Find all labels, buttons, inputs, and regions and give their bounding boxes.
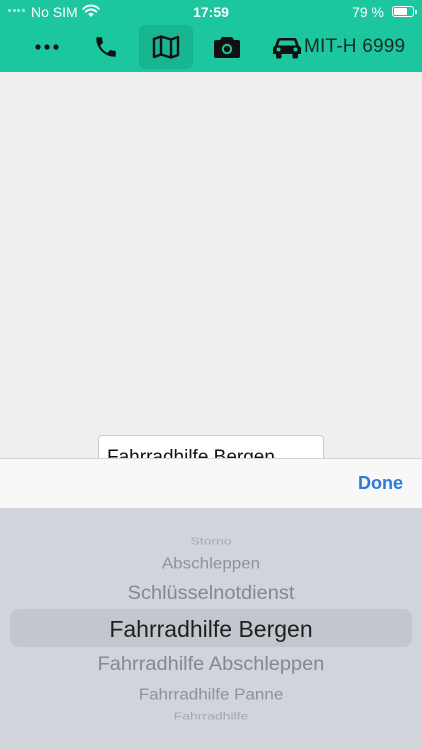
battery-icon [392,6,417,17]
picker-option[interactable]: Abschleppen [0,555,422,570]
picker-option[interactable]: Fahrradhilfe Panne [0,686,422,701]
vehicle-plate: MIT-H 6999 [304,36,406,57]
vehicle-selector[interactable]: MIT-H 6999 [272,25,405,69]
service-type-picker[interactable]: Storno Abschleppen Schlüsselnotdienst Fahrr… [0,508,422,750]
camera-icon [214,37,240,58]
camera-button[interactable] [200,25,254,69]
content-area [0,72,422,458]
battery-percent: 79 % [352,4,384,20]
done-button[interactable]: Done [358,473,403,494]
app-header: No SIM 17:59 79 % MIT-H 6999 [0,0,422,72]
picker-toolbar: Done [0,458,422,509]
picker-sheet: Done Storno Abschleppen Schlüsselnotdienst… [0,458,422,750]
picker-option[interactable]: Fahrradhilfe [0,711,422,721]
picker-option-selected[interactable]: Fahrradhilfe Bergen [0,617,422,641]
more-button[interactable] [20,25,74,69]
phone-icon [96,37,116,57]
picker-option[interactable]: Schlüsselnotdienst [0,583,422,602]
phone-button[interactable] [79,25,133,69]
picker-option[interactable]: Storno [0,536,422,546]
status-bar: No SIM 17:59 79 % [0,0,422,24]
toolbar: MIT-H 6999 [0,24,422,72]
more-icon [35,44,59,50]
car-icon [273,38,301,59]
map-button[interactable] [139,25,193,69]
map-icon [152,35,180,59]
picker-option[interactable]: Fahrradhilfe Abschleppen [0,654,422,673]
